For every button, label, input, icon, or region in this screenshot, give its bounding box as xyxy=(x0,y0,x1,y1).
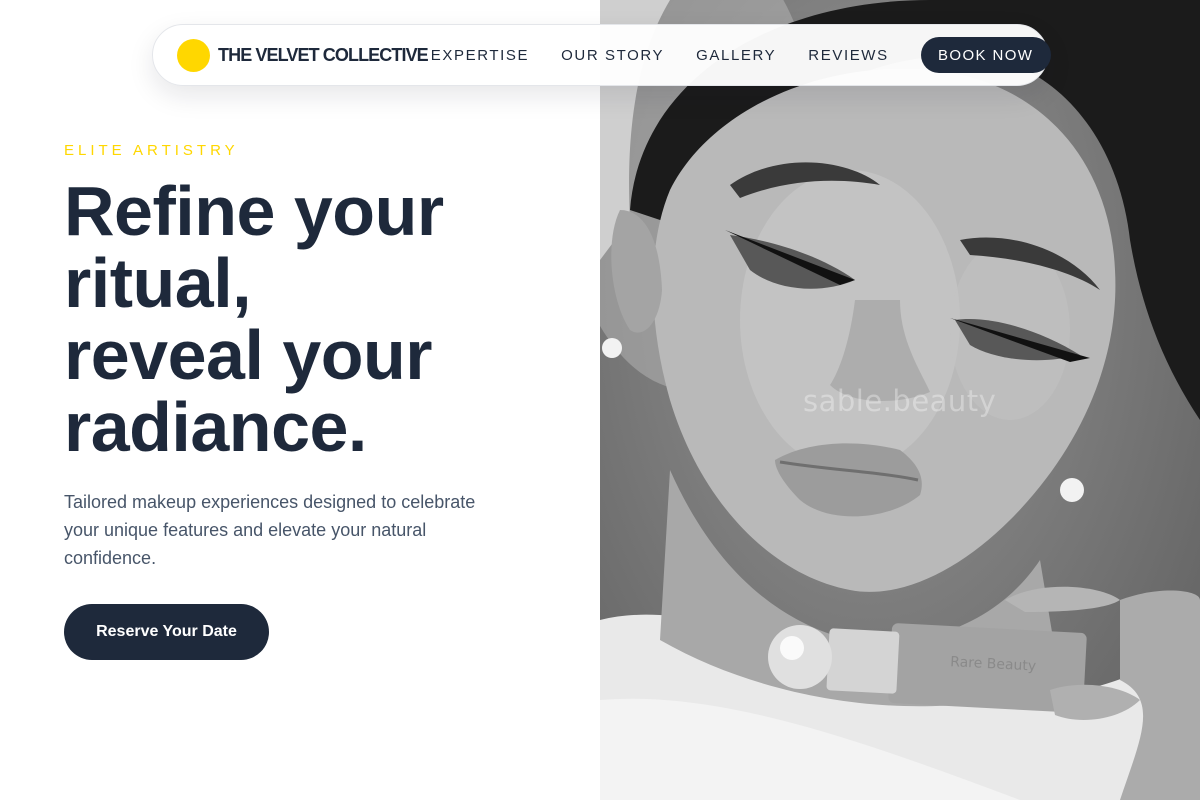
hero-eyebrow: ELITE ARTISTRY xyxy=(64,142,239,159)
logo-dot-icon[interactable] xyxy=(177,38,210,72)
headline-line-1: Refine your xyxy=(64,172,444,250)
nav-links: EXPERTISE OUR STORY GALLERY REVIEWS BOOK… xyxy=(431,37,1051,73)
reserve-date-button[interactable]: Reserve Your Date xyxy=(64,604,269,660)
watermark-text: sable.beauty xyxy=(803,384,997,418)
hero-subtext: Tailored makeup experiences designed to … xyxy=(64,492,476,568)
hero-headline: Refine your ritual, reveal your radiance… xyxy=(64,175,584,463)
nav-link-reviews[interactable]: REVIEWS xyxy=(808,47,888,64)
hero-photo: Rare Beauty sable.beauty xyxy=(600,0,1200,800)
headline-line-2: ritual, xyxy=(64,244,252,322)
headline-line-4: radiance. xyxy=(64,388,367,466)
headline-line-3: reveal your xyxy=(64,316,433,394)
book-now-button[interactable]: BOOK NOW xyxy=(920,37,1051,73)
top-navigation: THE VELVET COLLECTIVE EXPERTISE OUR STOR… xyxy=(152,24,1051,86)
nav-link-expertise[interactable]: EXPERTISE xyxy=(431,47,529,64)
nav-link-our-story[interactable]: OUR STORY xyxy=(561,47,664,64)
nav-link-gallery[interactable]: GALLERY xyxy=(696,47,776,64)
page: Rare Beauty sable.beauty THE VELVET COLL… xyxy=(0,0,1200,800)
brand-name[interactable]: THE VELVET COLLECTIVE xyxy=(218,45,429,66)
